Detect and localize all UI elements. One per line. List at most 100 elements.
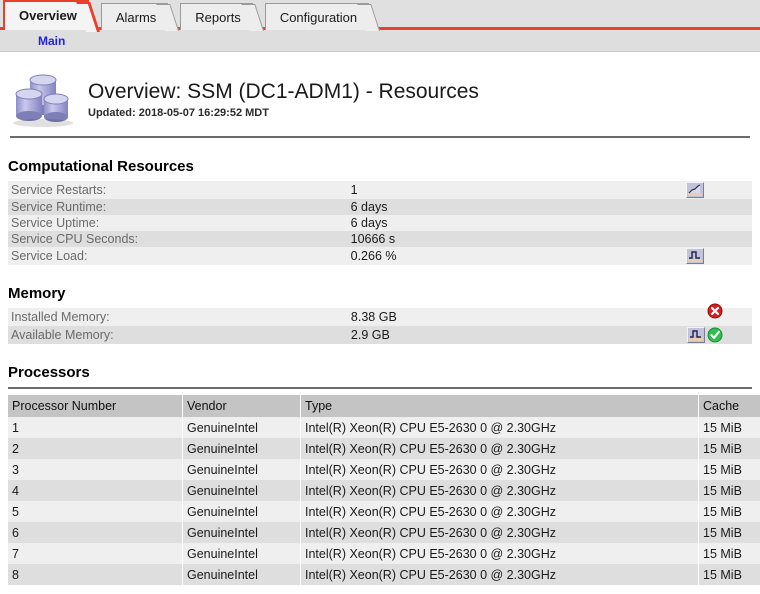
- page-header-text: Overview: SSM (DC1-ADM1) - Resources Upd…: [88, 75, 479, 119]
- table-cell: GenuineIntel: [183, 564, 301, 585]
- page-title: Overview: SSM (DC1-ADM1) - Resources: [88, 79, 479, 105]
- row-value: 10666 s: [350, 231, 675, 247]
- page-header: Overview: SSM (DC1-ADM1) - Resources Upd…: [0, 52, 760, 130]
- breadcrumb: Main: [0, 30, 760, 52]
- column-header-type[interactable]: Type: [301, 395, 699, 417]
- table-cell: 15 MiB: [699, 480, 760, 501]
- header-divider: [10, 136, 750, 138]
- row-label: Service Uptime:: [8, 215, 350, 231]
- table-row: Service Load:0.266 %: [8, 247, 752, 265]
- table-cell: Intel(R) Xeon(R) CPU E5-2630 0 @ 2.30GHz: [301, 417, 699, 438]
- step-chart-icon[interactable]: [686, 248, 704, 264]
- tab-label: Overview: [19, 8, 77, 23]
- tab-label: Configuration: [280, 10, 357, 25]
- table-cell: 3: [8, 459, 183, 480]
- storage-cylinders-icon: [10, 66, 80, 128]
- table-cell: 6: [8, 522, 183, 543]
- processors-divider: [8, 387, 752, 389]
- tab-label: Reports: [195, 10, 241, 25]
- row-icon-cell: [675, 308, 752, 326]
- row-label: Service Restarts:: [8, 181, 350, 199]
- table-row: 5GenuineIntelIntel(R) Xeon(R) CPU E5-263…: [8, 501, 760, 522]
- column-header-vendor[interactable]: Vendor: [183, 395, 301, 417]
- tab-overview[interactable]: Overview: [3, 0, 89, 30]
- table-cell: GenuineIntel: [183, 417, 301, 438]
- row-label: Service Load:: [8, 247, 350, 265]
- table-cell: 7: [8, 543, 183, 564]
- breadcrumb-link-main[interactable]: Main: [38, 34, 65, 48]
- table-cell: GenuineIntel: [183, 438, 301, 459]
- memory-table: Installed Memory:8.38 GBAvailable Memory…: [8, 308, 752, 344]
- table-header-row: Processor NumberVendorTypeCache: [8, 395, 760, 417]
- row-label: Service CPU Seconds:: [8, 231, 350, 247]
- row-value: 6 days: [350, 215, 675, 231]
- row-value: 2.9 GB: [350, 326, 675, 344]
- table-row: Service Restarts:1: [8, 181, 752, 199]
- table-cell: Intel(R) Xeon(R) CPU E5-2630 0 @ 2.30GHz: [301, 459, 699, 480]
- table-cell: GenuineIntel: [183, 480, 301, 501]
- memory-icon-group: [687, 327, 751, 343]
- processors-table: Processor NumberVendorTypeCache 1Genuine…: [8, 395, 760, 585]
- table-row: 1GenuineIntelIntel(R) Xeon(R) CPU E5-263…: [8, 417, 760, 438]
- table-cell: Intel(R) Xeon(R) CPU E5-2630 0 @ 2.30GHz: [301, 522, 699, 543]
- row-value: 0.266 %: [350, 247, 675, 265]
- table-cell: 8: [8, 564, 183, 585]
- ok-green-check-icon[interactable]: [707, 327, 723, 343]
- table-cell: GenuineIntel: [183, 543, 301, 564]
- row-icon-cell: [674, 247, 752, 265]
- table-cell: 1: [8, 417, 183, 438]
- column-header-cache[interactable]: Cache: [699, 395, 760, 417]
- table-row: 2GenuineIntelIntel(R) Xeon(R) CPU E5-263…: [8, 438, 760, 459]
- table-row: Service Runtime:6 days: [8, 199, 752, 215]
- table-row: 7GenuineIntelIntel(R) Xeon(R) CPU E5-263…: [8, 543, 760, 564]
- table-cell: 15 MiB: [699, 459, 760, 480]
- computational-resources-table: Service Restarts:1Service Runtime:6 days…: [8, 181, 752, 265]
- tab-label: Alarms: [116, 10, 156, 25]
- table-cell: Intel(R) Xeon(R) CPU E5-2630 0 @ 2.30GHz: [301, 501, 699, 522]
- table-cell: 15 MiB: [699, 564, 760, 585]
- table-cell: GenuineIntel: [183, 501, 301, 522]
- row-label: Installed Memory:: [8, 308, 350, 326]
- table-cell: 2: [8, 438, 183, 459]
- tab-configuration[interactable]: Configuration: [265, 3, 369, 30]
- table-cell: Intel(R) Xeon(R) CPU E5-2630 0 @ 2.30GHz: [301, 564, 699, 585]
- step-chart-icon[interactable]: [687, 327, 705, 343]
- row-icon-cell: [674, 181, 752, 199]
- tab-alarms[interactable]: Alarms: [101, 3, 168, 30]
- error-red-x-icon[interactable]: [707, 303, 723, 319]
- table-cell: 15 MiB: [699, 543, 760, 564]
- line-chart-icon[interactable]: [686, 182, 704, 198]
- row-value: 1: [350, 181, 675, 199]
- section-title-computational-resources: Computational Resources: [8, 158, 760, 175]
- page-updated-timestamp: Updated: 2018-05-07 16:29:52 MDT: [88, 107, 479, 119]
- row-label: Available Memory:: [8, 326, 350, 344]
- memory-icon-group: [687, 309, 751, 325]
- table-cell: GenuineIntel: [183, 522, 301, 543]
- table-row: Service CPU Seconds:10666 s: [8, 231, 752, 247]
- tab-list: Overview Alarms Reports Configuration: [0, 0, 760, 30]
- table-row: 4GenuineIntelIntel(R) Xeon(R) CPU E5-263…: [8, 480, 760, 501]
- column-header-processor-number[interactable]: Processor Number: [8, 395, 183, 417]
- row-label: Service Runtime:: [8, 199, 350, 215]
- table-row: Available Memory:2.9 GB: [8, 326, 752, 344]
- table-cell: 15 MiB: [699, 522, 760, 543]
- row-icon-cell: [674, 231, 752, 247]
- row-icon-cell: [675, 326, 752, 344]
- row-value: 6 days: [350, 199, 675, 215]
- tab-reports[interactable]: Reports: [180, 3, 253, 30]
- table-cell: 15 MiB: [699, 501, 760, 522]
- table-cell: 15 MiB: [699, 438, 760, 459]
- section-title-processors: Processors: [8, 364, 760, 381]
- table-cell: Intel(R) Xeon(R) CPU E5-2630 0 @ 2.30GHz: [301, 543, 699, 564]
- table-cell: GenuineIntel: [183, 459, 301, 480]
- table-cell: Intel(R) Xeon(R) CPU E5-2630 0 @ 2.30GHz: [301, 438, 699, 459]
- table-row: 3GenuineIntelIntel(R) Xeon(R) CPU E5-263…: [8, 459, 760, 480]
- row-icon-cell: [674, 199, 752, 215]
- row-icon-cell: [674, 215, 752, 231]
- tab-bar: Overview Alarms Reports Configuration: [0, 0, 760, 30]
- table-cell: Intel(R) Xeon(R) CPU E5-2630 0 @ 2.30GHz: [301, 480, 699, 501]
- table-cell: 4: [8, 480, 183, 501]
- table-row: Installed Memory:8.38 GB: [8, 308, 752, 326]
- table-cell: 5: [8, 501, 183, 522]
- row-value: 8.38 GB: [350, 308, 675, 326]
